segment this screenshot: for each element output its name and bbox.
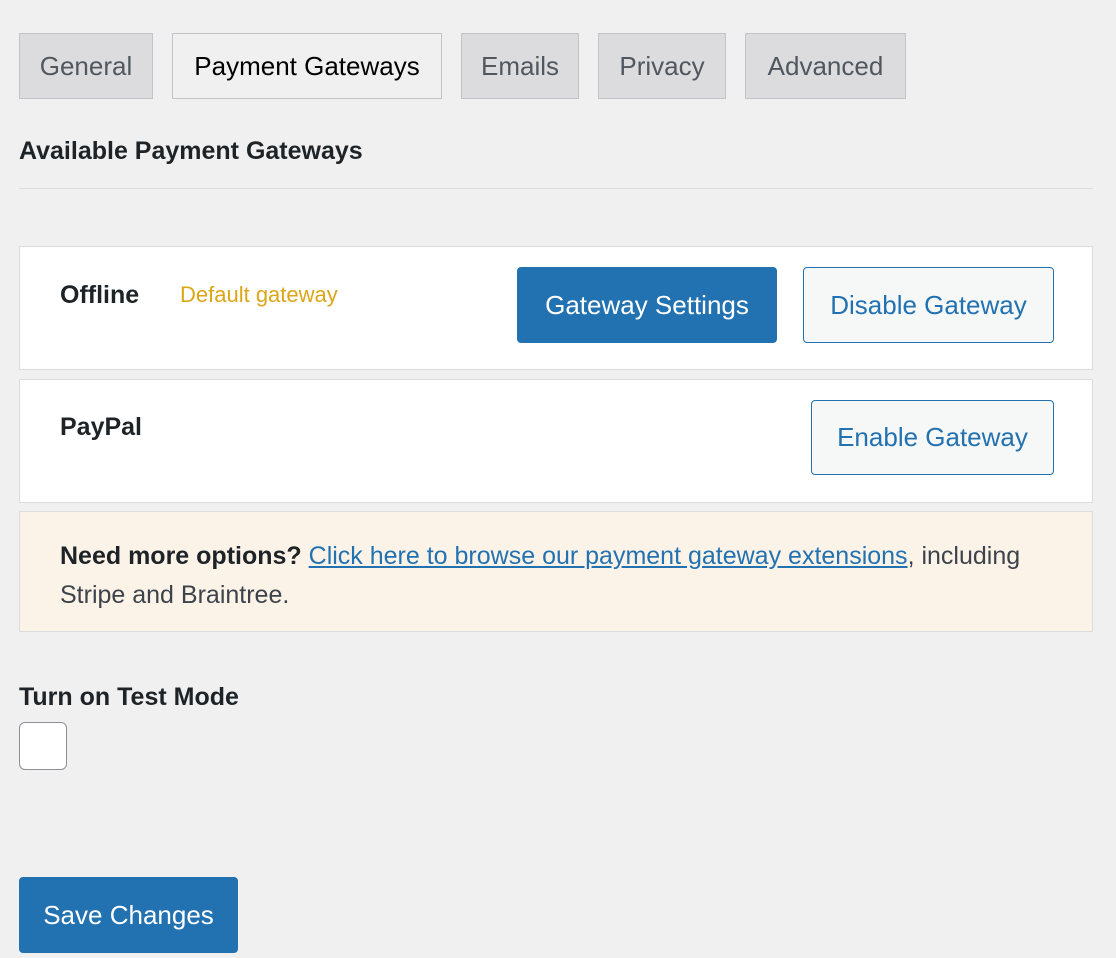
test-mode-label: Turn on Test Mode: [19, 683, 239, 711]
save-changes-button[interactable]: Save Changes: [19, 877, 238, 953]
gateway-name: Offline: [60, 281, 140, 309]
extensions-link[interactable]: Click here to browse our payment gateway…: [309, 542, 908, 570]
section-title: Available Payment Gateways: [19, 137, 363, 165]
tab-payment-gateways[interactable]: Payment Gateways: [172, 33, 442, 99]
tab-privacy[interactable]: Privacy: [598, 33, 726, 99]
enable-gateway-button[interactable]: Enable Gateway: [811, 400, 1054, 475]
notice-lead: Need more options?: [60, 542, 302, 570]
gateway-row-paypal: PayPal Enable Gateway: [19, 379, 1093, 503]
settings-tabs: General Payment Gateways Emails Privacy …: [19, 33, 906, 99]
tab-advanced[interactable]: Advanced: [745, 33, 906, 99]
test-mode-checkbox[interactable]: [19, 722, 67, 770]
section-divider: [19, 188, 1093, 189]
disable-gateway-button[interactable]: Disable Gateway: [803, 267, 1054, 343]
gateway-row-offline: Offline Default gateway Gateway Settings…: [19, 246, 1093, 370]
extensions-notice: Need more options? Click here to browse …: [19, 511, 1093, 632]
tab-emails[interactable]: Emails: [461, 33, 579, 99]
default-gateway-badge: Default gateway: [180, 282, 338, 307]
gateway-settings-button[interactable]: Gateway Settings: [517, 267, 777, 343]
gateway-name: PayPal: [60, 413, 143, 441]
tab-general[interactable]: General: [19, 33, 153, 99]
